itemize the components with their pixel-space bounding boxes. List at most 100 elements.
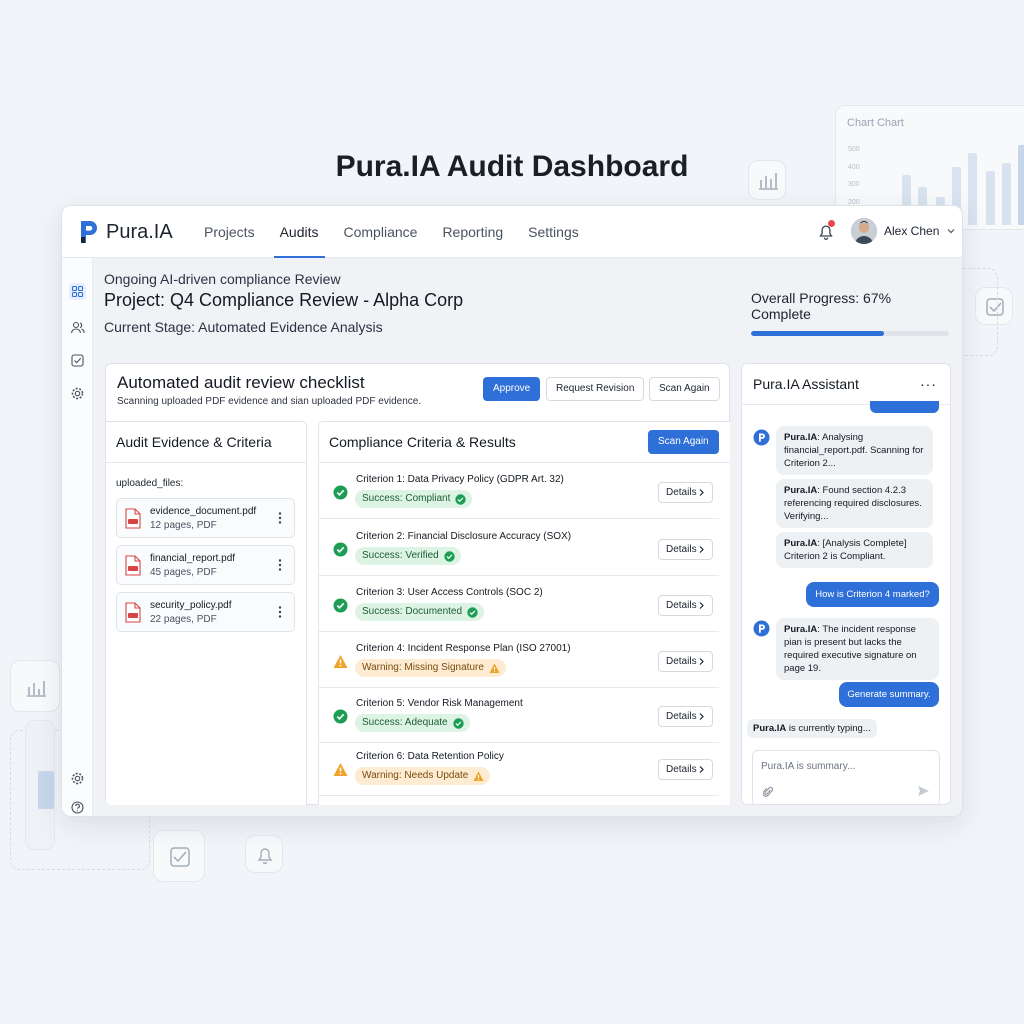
kebab-menu-icon[interactable] (278, 511, 282, 525)
chevron-right-icon (699, 489, 704, 496)
help-icon[interactable] (69, 799, 86, 816)
user-menu[interactable]: Alex Chen (851, 218, 956, 244)
request-revision-button[interactable]: Request Revision (546, 377, 645, 401)
pdf-file-icon (125, 555, 141, 576)
checkbox-icon[interactable] (69, 352, 86, 369)
details-button[interactable]: Details (658, 651, 713, 672)
message-sender: Pura.IA (784, 485, 818, 496)
top-navigation-bar: Pura.IA Projects Audits Compliance Repor… (62, 206, 962, 258)
nav-projects[interactable]: Projects (192, 206, 267, 258)
checkbox-icon-card (153, 830, 205, 882)
status-badge: Success: Verified (355, 547, 461, 565)
assistant-title: Pura.IA Assistant (753, 376, 859, 392)
kebab-menu-icon[interactable] (278, 605, 282, 619)
audit-checklist-panel: Automated audit review checklist Scannin… (105, 363, 730, 805)
page-title: Pura.IA Audit Dashboard (335, 150, 689, 183)
typing-text: is currently typing... (786, 723, 871, 734)
warning-triangle-icon (333, 763, 348, 776)
details-label: Details (666, 600, 697, 611)
file-name: financial_report.pdf (150, 553, 236, 564)
user-message: How is Criterion 4 marked? (806, 582, 939, 607)
dashboard-grid-icon[interactable] (69, 283, 86, 300)
criteria-heading-text: Compliance Criteria & Results (329, 434, 516, 450)
project-subtitle: Ongoing AI-driven compliance Review (104, 271, 341, 287)
criteria-scan-again-button[interactable]: Scan Again (648, 430, 719, 454)
success-check-icon (333, 542, 348, 557)
main-content: Ongoing AI-driven compliance Review Proj… (93, 258, 962, 816)
app-logo[interactable]: Pura.IA (78, 219, 173, 245)
assistant-avatar-icon (753, 620, 770, 637)
uploaded-files-label: uploaded_files: (116, 478, 184, 489)
status-badge-text: Success: Documented (362, 606, 463, 617)
badge-check-icon (467, 606, 478, 618)
approve-button[interactable]: Approve (483, 377, 541, 401)
evidence-heading: Audit Evidence & Criteria (106, 422, 306, 463)
main-nav: Projects Audits Compliance Reporting Set… (192, 206, 592, 258)
chat-message-cutoff (870, 401, 939, 413)
pdf-file-icon (125, 508, 141, 529)
scan-again-button[interactable]: Scan Again (649, 377, 720, 401)
users-icon[interactable] (69, 319, 86, 336)
assistant-message: Pura.IA: [Analysis Complete] Criterion 2… (776, 532, 933, 568)
status-badge-text: Warning: Needs Update (362, 770, 469, 781)
gear-icon[interactable] (69, 385, 86, 402)
status-badge: Success: Documented (355, 603, 485, 621)
chevron-right-icon (699, 713, 704, 720)
nav-reporting[interactable]: Reporting (430, 206, 515, 258)
status-badge: Warning: Needs Update (355, 767, 491, 785)
success-check-icon (333, 709, 348, 724)
typing-sender: Pura.IA (753, 723, 787, 734)
nav-audits[interactable]: Audits (268, 206, 331, 258)
details-button[interactable]: Details (658, 539, 713, 560)
status-badge-text: Success: Adequate (362, 717, 448, 728)
status-badge-text: Warning: Missing Signature (362, 662, 484, 673)
bell-icon (257, 848, 273, 865)
message-sender: Pura.IA (784, 432, 818, 443)
send-icon[interactable] (917, 785, 930, 797)
status-badge: Success: Adequate (355, 714, 470, 732)
chevron-right-icon (699, 602, 704, 609)
status-badge: Success: Compliant (355, 490, 473, 508)
file-card[interactable]: financial_report.pdf 45 pages, PDF (116, 545, 295, 585)
file-meta: 45 pages, PDF (150, 567, 217, 578)
details-button[interactable]: Details (658, 706, 713, 727)
bar-chart-icon (27, 681, 46, 697)
details-button[interactable]: Details (658, 482, 713, 503)
audit-evidence-panel: Audit Evidence & Criteria uploaded_files… (106, 421, 307, 805)
pura-logo-icon (81, 221, 97, 243)
details-label: Details (666, 487, 697, 498)
criterion-row: Criterion 5: Vendor Risk Management Succe… (319, 688, 719, 743)
assistant-panel: Pura.IA Assistant ··· Pura.IA: Analysing… (741, 363, 951, 805)
status-badge-text: Success: Verified (362, 550, 439, 561)
chat-input[interactable]: Pura.IA is summary... (752, 750, 940, 804)
file-name: evidence_document.pdf (150, 506, 257, 517)
badge-warning-icon (489, 663, 500, 673)
settings-gear-icon[interactable] (69, 770, 86, 787)
chevron-right-icon (699, 546, 704, 553)
kebab-menu-icon[interactable] (278, 558, 282, 572)
notification-dot (828, 220, 835, 227)
progress-bar (751, 331, 949, 336)
chevron-right-icon (699, 766, 704, 773)
nav-compliance[interactable]: Compliance (332, 206, 430, 258)
file-card[interactable]: security_policy.pdf 22 pages, PDF (116, 592, 295, 632)
attachment-icon[interactable] (763, 786, 773, 798)
assistant-header: Pura.IA Assistant ··· (742, 364, 950, 405)
project-stage: Current Stage: Automated Evidence Analys… (104, 319, 383, 335)
file-meta: 22 pages, PDF (150, 614, 217, 625)
criterion-row: Criterion 4: Incident Response Plan (ISO… (319, 633, 719, 688)
mini-bar-decoration (25, 720, 55, 850)
badge-check-icon (452, 717, 464, 729)
badge-check-icon (444, 550, 455, 562)
user-message: Generate summary. (839, 682, 939, 707)
bar-chart-icon-card (10, 660, 60, 712)
file-card[interactable]: evidence_document.pdf 12 pages, PDF (116, 498, 295, 538)
nav-settings[interactable]: Settings (516, 206, 591, 258)
chevron-down-icon (947, 229, 955, 234)
details-button[interactable]: Details (658, 759, 713, 780)
more-options-icon[interactable]: ··· (920, 364, 937, 405)
project-title: Project: Q4 Compliance Review - Alpha Co… (104, 290, 464, 310)
user-name: Alex Chen (884, 224, 940, 238)
details-button[interactable]: Details (658, 595, 713, 616)
criterion-name: Criterion 5: Vendor Risk Management (356, 698, 523, 709)
